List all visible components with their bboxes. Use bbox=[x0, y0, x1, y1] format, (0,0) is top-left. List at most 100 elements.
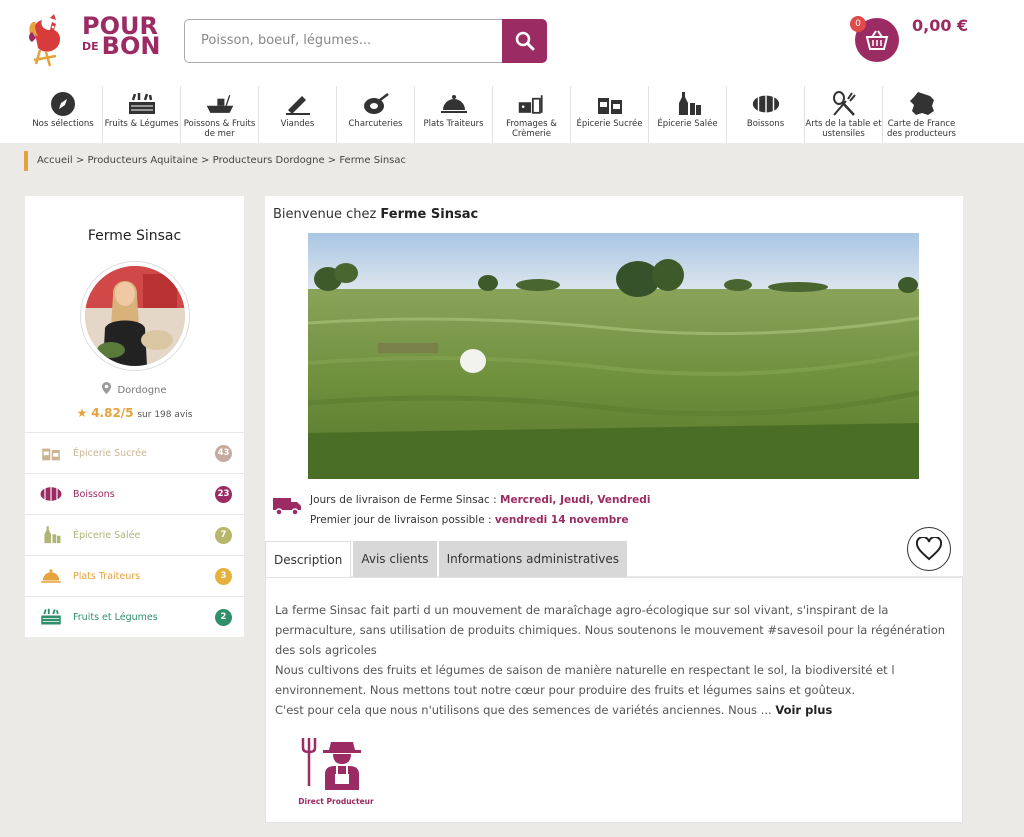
category-label: Boissons bbox=[73, 488, 115, 500]
category-count: 7 bbox=[215, 526, 232, 544]
favorite-button[interactable] bbox=[907, 527, 951, 571]
nav-item-carte-france[interactable]: Carte de France des producteurs bbox=[882, 86, 960, 143]
heart-icon bbox=[916, 537, 942, 561]
location-pin-icon bbox=[102, 382, 112, 394]
delivery-days: Mercredi, Jeudi, Vendredi bbox=[500, 494, 651, 506]
welcome-name: Ferme Sinsac bbox=[380, 207, 479, 222]
nav-label: Charcuteries bbox=[348, 119, 403, 129]
tab-bar: Description Avis clients Informations ad… bbox=[265, 541, 629, 577]
nav-label: Fruits & Légumes bbox=[104, 119, 179, 129]
nav-item-fruits-legumes[interactable]: Fruits & Légumes bbox=[102, 86, 180, 143]
nav-item-fromages[interactable]: Fromages & Crèmerie bbox=[492, 86, 570, 143]
delivery-days-label: Jours de livraison de Ferme Sinsac : bbox=[310, 494, 497, 506]
nav-item-poissons[interactable]: Poissons & Fruits de mer bbox=[180, 86, 258, 143]
nav-label: Carte de France des producteurs bbox=[887, 119, 956, 139]
nav-item-boissons[interactable]: Boissons bbox=[726, 86, 804, 143]
rooster-icon bbox=[29, 14, 61, 67]
first-delivery-label: Premier jour de livraison possible : bbox=[310, 514, 492, 526]
producer-avatar bbox=[80, 262, 189, 370]
cloche-icon bbox=[41, 569, 61, 583]
description-panel: La ferme Sinsac fait parti d un mouvemen… bbox=[265, 577, 963, 823]
category-epicerie-salee[interactable]: Épicerie Salée 7 bbox=[25, 514, 244, 555]
cleaver-icon bbox=[285, 96, 310, 115]
category-label: Fruits et Légumes bbox=[73, 611, 158, 623]
nav-item-epicerie-sucree[interactable]: Épicerie Sucrée bbox=[570, 86, 648, 143]
barrel-icon bbox=[40, 487, 62, 501]
category-plats-traiteurs[interactable]: Plats Traiteurs 3 bbox=[25, 555, 244, 596]
category-count: 43 bbox=[215, 444, 232, 462]
producer-rating[interactable]: ★ 4.82/5 sur 198 avis bbox=[25, 406, 244, 432]
nav-label: Viandes bbox=[280, 119, 315, 129]
category-epicerie-sucree[interactable]: Épicerie Sucrée 43 bbox=[25, 432, 244, 473]
nav-label: Plats Traiteurs bbox=[423, 119, 484, 129]
boat-icon bbox=[206, 94, 233, 113]
rating-score: 4.82/5 bbox=[91, 406, 134, 420]
jars-icon bbox=[597, 98, 622, 114]
nav-item-viandes[interactable]: Viandes bbox=[258, 86, 336, 143]
site-header: POUR DE BON Poisson, boeuf, légumes... 0 … bbox=[0, 0, 1024, 86]
truck-icon bbox=[273, 498, 301, 516]
category-boissons[interactable]: Boissons 23 bbox=[25, 473, 244, 514]
nav-item-charcuteries[interactable]: Charcuteries bbox=[336, 86, 414, 143]
search-input[interactable]: Poisson, boeuf, légumes... bbox=[184, 19, 504, 63]
nav-label: Épicerie Sucrée bbox=[576, 119, 643, 129]
jars-icon bbox=[42, 448, 60, 461]
farm-field-image bbox=[308, 233, 919, 479]
category-label: Épicerie Sucrée bbox=[73, 447, 147, 459]
logo[interactable]: POUR DE BON bbox=[26, 10, 166, 70]
nav-label: Arts de la table et ustensiles bbox=[805, 119, 882, 139]
basket-icon bbox=[865, 30, 889, 50]
see-more-link[interactable]: Voir plus bbox=[775, 703, 832, 717]
tab-informations-administratives[interactable]: Informations administratives bbox=[438, 541, 628, 577]
producer-main-panel: Bienvenue chez Ferme Sinsac Jours de liv… bbox=[265, 196, 963, 576]
welcome-title: Bienvenue chez Ferme Sinsac bbox=[273, 207, 478, 222]
farm-photo bbox=[308, 233, 919, 479]
direct-producer-badge: Direct Producteur bbox=[296, 736, 376, 806]
nav-label: Nos sélections bbox=[32, 119, 94, 129]
tab-avis-clients[interactable]: Avis clients bbox=[353, 541, 437, 577]
vegetable-crate-icon bbox=[41, 608, 61, 625]
welcome-prefix: Bienvenue chez bbox=[273, 207, 377, 222]
category-count: 3 bbox=[215, 567, 232, 585]
logo-line2-small: DE bbox=[82, 40, 99, 53]
nav-label: Fromages & Crèmerie bbox=[506, 119, 557, 139]
barrel-icon bbox=[752, 95, 779, 113]
cheese-icon bbox=[518, 95, 543, 114]
category-fruits-legumes[interactable]: Fruits et Légumes 2 bbox=[25, 596, 244, 637]
rating-count: sur 198 avis bbox=[137, 410, 193, 420]
search-icon bbox=[515, 31, 534, 51]
cart-count-badge: 0 bbox=[850, 16, 866, 32]
tab-description[interactable]: Description bbox=[265, 541, 352, 577]
farmer-icon bbox=[301, 738, 361, 790]
producer-photo bbox=[84, 266, 185, 366]
france-map-icon bbox=[909, 92, 934, 115]
category-count: 23 bbox=[215, 485, 232, 503]
nav-label: Poissons & Fruits de mer bbox=[183, 119, 256, 139]
breadcrumb[interactable]: Accueil > Producteurs Aquitaine > Produc… bbox=[24, 151, 406, 171]
nav-item-selections[interactable]: Nos sélections bbox=[24, 86, 102, 143]
ham-icon bbox=[363, 93, 389, 114]
bottles-icon bbox=[44, 526, 61, 544]
cloche-icon bbox=[440, 95, 467, 113]
badge-label: Direct Producteur bbox=[298, 797, 374, 806]
category-label: Épicerie Salée bbox=[73, 529, 141, 541]
nav-item-arts-table[interactable]: Arts de la table et ustensiles bbox=[804, 86, 882, 143]
producer-name: Ferme Sinsac bbox=[87, 228, 182, 244]
cart-total[interactable]: 0,00 € bbox=[912, 16, 968, 35]
nav-label: Boissons bbox=[746, 119, 785, 129]
category-count: 2 bbox=[215, 608, 232, 626]
utensils-icon bbox=[832, 91, 856, 116]
first-delivery-date: vendredi 14 novembre bbox=[494, 514, 629, 526]
compass-icon bbox=[51, 92, 75, 116]
bottles-icon bbox=[678, 92, 701, 115]
nav-item-plats-traiteurs[interactable]: Plats Traiteurs bbox=[414, 86, 492, 143]
search-button[interactable] bbox=[502, 19, 547, 63]
star-icon: ★ bbox=[76, 406, 88, 420]
nav-item-epicerie-salee[interactable]: Épicerie Salée bbox=[648, 86, 726, 143]
description-text: La ferme Sinsac fait parti d un mouvemen… bbox=[275, 603, 946, 717]
producer-card: Ferme Sinsac Dordogne ★ 4.82/5 sur 198 a… bbox=[25, 196, 244, 637]
producer-location: Dordogne bbox=[117, 385, 167, 396]
nav-label: Épicerie Salée bbox=[657, 119, 718, 129]
category-label: Plats Traiteurs bbox=[73, 570, 141, 582]
vegetable-crate-icon bbox=[128, 93, 155, 114]
